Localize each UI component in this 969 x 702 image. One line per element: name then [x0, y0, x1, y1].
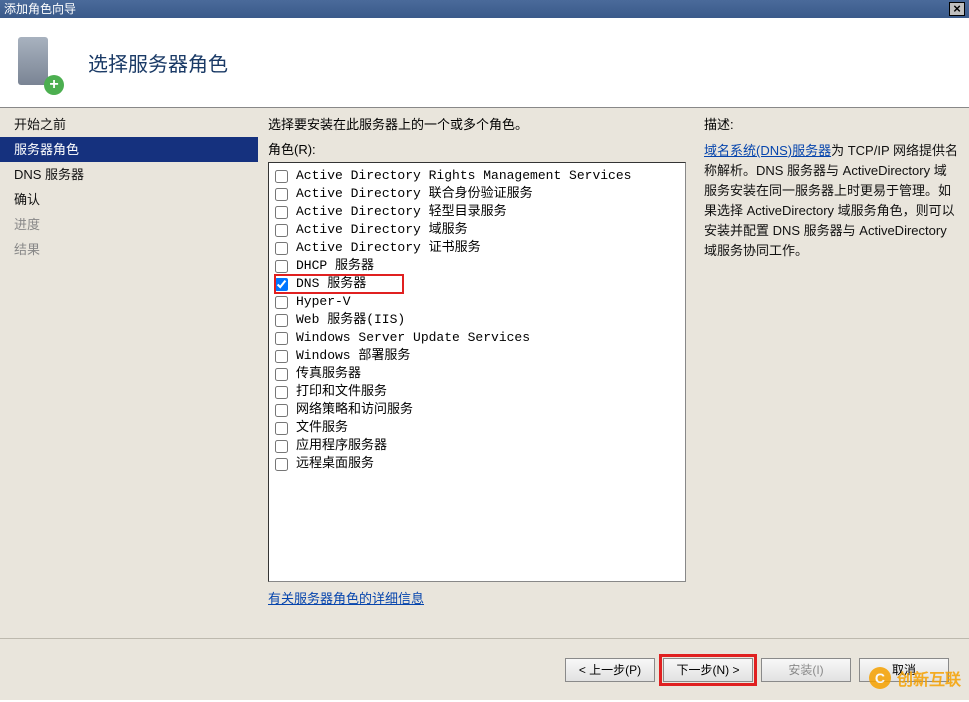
description-link[interactable]: 域名系统(DNS)服务器 — [704, 143, 831, 158]
role-label: DHCP 服务器 — [296, 257, 374, 275]
description-text: 域名系统(DNS)服务器为 TCP/IP 网络提供名称解析。DNS 服务器与 A… — [704, 141, 959, 261]
role-label: Web 服务器(IIS) — [296, 311, 405, 329]
description-body: 为 TCP/IP 网络提供名称解析。DNS 服务器与 ActiveDirecto… — [704, 143, 958, 258]
role-label: 网络策略和访问服务 — [296, 401, 413, 419]
role-checkbox[interactable] — [275, 242, 288, 255]
role-label: Windows Server Update Services — [296, 329, 530, 347]
description-label: 描述: — [704, 114, 959, 133]
role-checkbox[interactable] — [275, 458, 288, 471]
role-item[interactable]: Active Directory 域服务 — [275, 221, 679, 239]
server-add-icon: + — [18, 37, 58, 89]
next-button[interactable]: 下一步(N) > — [663, 658, 753, 682]
role-checkbox[interactable] — [275, 206, 288, 219]
sidebar-step-3[interactable]: 确认 — [0, 187, 258, 212]
role-item[interactable]: Active Directory 轻型目录服务 — [275, 203, 679, 221]
role-label: Active Directory 联合身份验证服务 — [296, 185, 533, 203]
role-checkbox[interactable] — [275, 404, 288, 417]
instruction-text: 选择要安装在此服务器上的一个或多个角色。 — [268, 114, 686, 133]
sidebar-step-0[interactable]: 开始之前 — [0, 112, 258, 137]
role-item[interactable]: 打印和文件服务 — [275, 383, 679, 401]
wizard-sidebar: 开始之前服务器角色DNS 服务器确认进度结果 — [0, 108, 258, 638]
role-checkbox[interactable] — [275, 386, 288, 399]
more-info-link[interactable]: 有关服务器角色的详细信息 — [268, 588, 686, 607]
role-checkbox[interactable] — [275, 422, 288, 435]
role-label: Active Directory 轻型目录服务 — [296, 203, 507, 221]
role-item[interactable]: 文件服务 — [275, 419, 679, 437]
main-panel: 选择要安装在此服务器上的一个或多个角色。 角色(R): Active Direc… — [258, 108, 969, 638]
role-item[interactable]: Windows Server Update Services — [275, 329, 679, 347]
role-label: 文件服务 — [296, 419, 348, 437]
roles-label: 角色(R): — [268, 139, 686, 158]
role-checkbox[interactable] — [275, 278, 288, 291]
role-checkbox[interactable] — [275, 224, 288, 237]
close-icon[interactable]: × — [949, 2, 965, 16]
role-label: DNS 服务器 — [296, 275, 366, 293]
role-item[interactable]: 远程桌面服务 — [275, 455, 679, 473]
role-item[interactable]: DNS 服务器 — [275, 275, 403, 293]
sidebar-step-2[interactable]: DNS 服务器 — [0, 162, 258, 187]
role-checkbox[interactable] — [275, 188, 288, 201]
role-label: Active Directory 域服务 — [296, 221, 468, 239]
role-item[interactable]: Active Directory 联合身份验证服务 — [275, 185, 679, 203]
role-item[interactable]: Hyper-V — [275, 293, 679, 311]
role-label: Hyper-V — [296, 293, 351, 311]
titlebar: 添加角色向导 × — [0, 0, 969, 18]
role-item[interactable]: DHCP 服务器 — [275, 257, 679, 275]
sidebar-step-1[interactable]: 服务器角色 — [0, 137, 258, 162]
role-checkbox[interactable] — [275, 260, 288, 273]
role-item[interactable]: 传真服务器 — [275, 365, 679, 383]
sidebar-step-4: 进度 — [0, 212, 258, 237]
role-label: 远程桌面服务 — [296, 455, 374, 473]
page-title: 选择服务器角色 — [88, 48, 228, 77]
window-title: 添加角色向导 — [4, 0, 76, 18]
cancel-button[interactable]: 取消 — [859, 658, 949, 682]
role-label: Active Directory 证书服务 — [296, 239, 481, 257]
wizard-footer: < 上一步(P) 下一步(N) > 安装(I) 取消 — [0, 638, 969, 700]
role-label: 应用程序服务器 — [296, 437, 387, 455]
role-checkbox[interactable] — [275, 350, 288, 363]
role-checkbox[interactable] — [275, 314, 288, 327]
role-checkbox[interactable] — [275, 368, 288, 381]
roles-listbox[interactable]: Active Directory Rights Management Servi… — [268, 162, 686, 582]
role-checkbox[interactable] — [275, 170, 288, 183]
role-label: 传真服务器 — [296, 365, 361, 383]
role-checkbox[interactable] — [275, 296, 288, 309]
install-button: 安装(I) — [761, 658, 851, 682]
role-label: 打印和文件服务 — [296, 383, 387, 401]
role-checkbox[interactable] — [275, 332, 288, 345]
role-label: Active Directory Rights Management Servi… — [296, 167, 631, 185]
role-item[interactable]: Active Directory 证书服务 — [275, 239, 679, 257]
role-item[interactable]: 网络策略和访问服务 — [275, 401, 679, 419]
role-item[interactable]: 应用程序服务器 — [275, 437, 679, 455]
content-area: 开始之前服务器角色DNS 服务器确认进度结果 选择要安装在此服务器上的一个或多个… — [0, 108, 969, 638]
sidebar-step-5: 结果 — [0, 237, 258, 262]
role-item[interactable]: Windows 部署服务 — [275, 347, 679, 365]
role-label: Windows 部署服务 — [296, 347, 410, 365]
prev-button[interactable]: < 上一步(P) — [565, 658, 655, 682]
role-item[interactable]: Active Directory Rights Management Servi… — [275, 167, 679, 185]
role-checkbox[interactable] — [275, 440, 288, 453]
role-item[interactable]: Web 服务器(IIS) — [275, 311, 679, 329]
wizard-header: + 选择服务器角色 — [0, 18, 969, 108]
